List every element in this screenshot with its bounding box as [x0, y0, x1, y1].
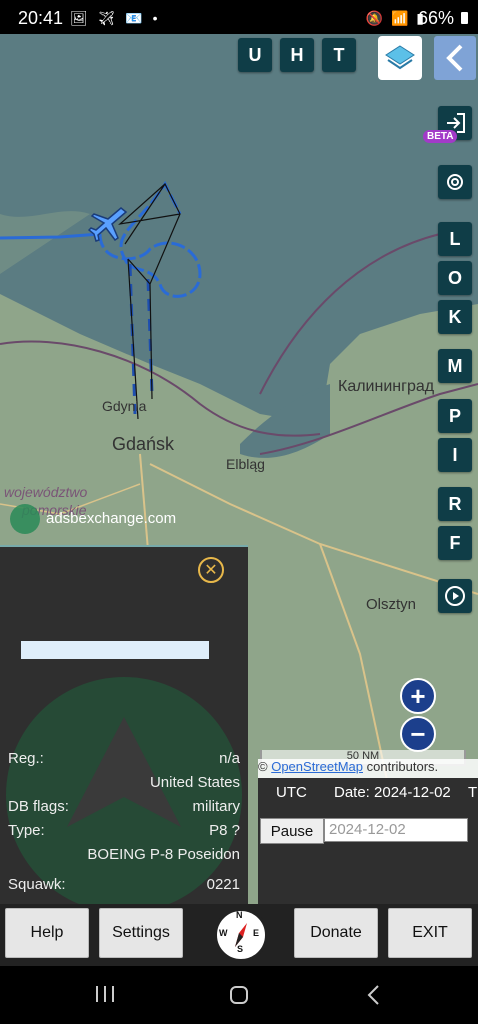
reg-value: n/a — [219, 750, 240, 767]
gear-icon — [447, 174, 463, 190]
toggle-l-button[interactable]: L — [438, 222, 472, 256]
compass-button[interactable]: N E S W — [214, 908, 268, 962]
play-circle-icon — [445, 586, 465, 606]
toggle-r-button[interactable]: R — [438, 487, 472, 521]
model-value: BOEING P-8 Poseidon — [87, 846, 240, 863]
attribution-suffix: contributors. — [366, 759, 439, 774]
type-value: P8 ? — [209, 822, 240, 839]
label-elblag: Elbląg — [226, 456, 265, 472]
toggle-i-button[interactable]: I — [438, 438, 472, 472]
watermark: adsbexchange.com — [46, 510, 177, 527]
time-label-truncated: T — [468, 784, 478, 801]
callsign-field — [21, 641, 209, 659]
settings-button[interactable]: Settings — [99, 908, 183, 958]
pause-button[interactable]: Pause — [260, 818, 324, 844]
notification-icons: 🖼 ✈ 📧 • — [70, 10, 161, 26]
recent-apps-icon[interactable] — [94, 984, 116, 1004]
donate-button[interactable]: Donate — [294, 908, 378, 958]
toggle-h-button[interactable]: H — [280, 38, 314, 72]
copyright-symbol: © — [258, 759, 268, 774]
osm-link[interactable]: OpenStreetMap — [271, 759, 363, 774]
adsbx-background-logo — [6, 677, 242, 907]
compass-north: N — [236, 910, 243, 920]
collapse-sidebar-button[interactable] — [434, 36, 476, 80]
compass-south: S — [237, 944, 244, 954]
attribution: © OpenStreetMap contributors. — [258, 759, 478, 779]
close-info-button[interactable]: ✕ — [198, 557, 224, 583]
squawk-value: 0221 — [206, 876, 240, 893]
compass-west: W — [219, 928, 228, 938]
label-wojewodztwo: województwo — [4, 484, 88, 500]
toggle-f-button[interactable]: F — [438, 526, 472, 560]
exit-button[interactable]: EXIT — [388, 908, 472, 958]
zoom-out-button[interactable]: − — [400, 716, 436, 752]
dbflags-row: DB flags: military — [8, 798, 240, 815]
compass-east: E — [253, 928, 260, 938]
system-icons: 🔕 📶 ▮ — [365, 10, 426, 26]
squawk-label: Squawk: — [8, 876, 66, 893]
status-time: 20:41 — [18, 8, 64, 28]
battery-level: 66% — [417, 8, 454, 28]
label-olsztyn: Olsztyn — [366, 596, 417, 613]
replay-button[interactable] — [438, 579, 472, 613]
home-icon[interactable] — [228, 984, 250, 1006]
battery-icon — [461, 12, 468, 24]
country-value: United States — [149, 774, 240, 791]
type-label: Type: — [8, 822, 45, 839]
dbflags-label: DB flags: — [8, 798, 69, 815]
status-bar: 20:41 🖼 ✈ 📧 • 🔕 📶 ▮ 66% — [0, 0, 478, 34]
toggle-u-button[interactable]: U — [238, 38, 272, 72]
toggle-m-button[interactable]: M — [438, 349, 472, 383]
layers-icon — [385, 45, 415, 70]
type-row: Type: P8 ? — [8, 822, 240, 839]
system-nav-bar — [0, 966, 478, 1024]
utc-label: UTC — [276, 784, 307, 801]
aircraft-info-panel: ✕ Reg.: n/a United States DB flags: mili… — [0, 545, 248, 907]
bottom-toolbar: Help Settings N E S W Donate EXIT — [0, 904, 478, 966]
toggle-o-button[interactable]: O — [438, 261, 472, 295]
dbflags-value: military — [192, 798, 241, 815]
date-label: Date: 2024-12-02 — [334, 784, 451, 801]
toggle-t-button[interactable]: T — [322, 38, 356, 72]
adsbx-logo-icon — [10, 504, 40, 534]
zoom-in-button[interactable]: + — [400, 678, 436, 714]
label-gdansk: Gdańsk — [112, 434, 175, 454]
back-icon[interactable] — [364, 984, 384, 1006]
reg-label: Reg.: — [8, 750, 44, 767]
beta-badge: BETA — [423, 130, 458, 143]
toggle-p-button[interactable]: P — [438, 399, 472, 433]
reg-row: Reg.: n/a — [8, 750, 240, 767]
help-button[interactable]: Help — [5, 908, 89, 958]
replay-panel: UTC Date: 2024-12-02 T Pause 2024-12-02 — [258, 778, 478, 904]
date-input[interactable]: 2024-12-02 — [324, 818, 468, 842]
chevron-left-icon — [446, 44, 463, 72]
layers-button[interactable] — [378, 36, 422, 80]
squawk-row: Squawk: 0221 — [8, 876, 240, 893]
toggle-k-button[interactable]: K — [438, 300, 472, 334]
aircraft-icon[interactable] — [88, 206, 130, 248]
label-kaliningrad: Калининград — [338, 378, 435, 395]
map-settings-button[interactable] — [438, 165, 472, 199]
label-gdynia: Gdynia — [102, 398, 147, 414]
